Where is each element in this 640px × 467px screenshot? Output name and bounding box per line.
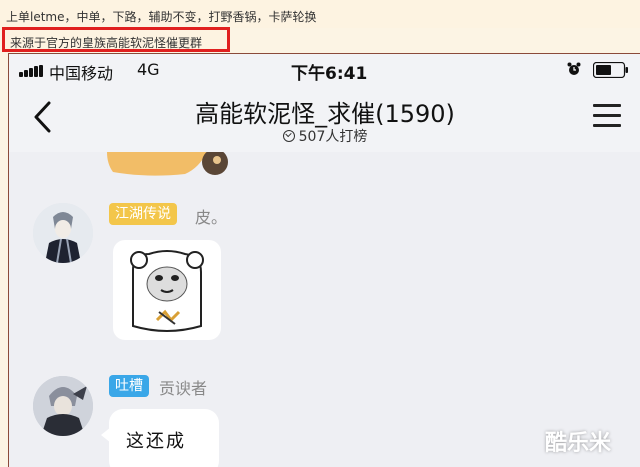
chat-header: 高能软泥怪_求催(1590) 507人打榜 bbox=[9, 86, 640, 152]
chat-title: 高能软泥怪_求催(1590) bbox=[195, 100, 455, 128]
sender-name: 贡谀者 bbox=[159, 379, 208, 398]
caption-line-2: 来源于官方的皇族高能软泥怪催更群 bbox=[10, 36, 203, 50]
previous-sticker-partial bbox=[107, 152, 228, 176]
caption-line-1: 上单letme，中单，下路，辅助不变，打野香锅，卡萨轮换 bbox=[6, 10, 317, 24]
rank-text: 507人打榜 bbox=[298, 129, 368, 145]
text-message[interactable]: 这还成 bbox=[109, 409, 219, 467]
message-text: 这还成 bbox=[126, 431, 186, 452]
panda-sticker-image bbox=[130, 250, 204, 332]
status-time: 下午6:41 bbox=[291, 64, 368, 84]
menu-icon[interactable] bbox=[593, 104, 621, 128]
avatar-image bbox=[33, 203, 93, 263]
title-badge: 吐槽 bbox=[109, 375, 149, 397]
sender-name: 皮。 bbox=[195, 208, 228, 227]
carrier-name: 中国移动 bbox=[49, 64, 114, 83]
alarm-icon bbox=[567, 62, 581, 75]
phone-screenshot: 中国移动 4G 下午6:41 高能软泥怪_求催(1590) 507人打榜 江湖传… bbox=[8, 53, 640, 467]
watermark-logo: 酷乐米 bbox=[545, 431, 612, 456]
battery-icon bbox=[593, 62, 628, 78]
status-bar: 中国移动 4G 下午6:41 bbox=[9, 54, 640, 86]
rank-icon bbox=[282, 130, 295, 142]
rank-link[interactable]: 507人打榜 bbox=[9, 126, 640, 146]
avatar-image bbox=[33, 376, 93, 436]
network-type: 4G bbox=[137, 60, 160, 79]
caption-highlight-box: 来源于官方的皇族高能软泥怪催更群 bbox=[2, 27, 230, 52]
avatar[interactable] bbox=[33, 376, 93, 436]
title-badge: 江湖传说 bbox=[109, 203, 177, 225]
signal-icon bbox=[19, 65, 45, 77]
sticker-message[interactable] bbox=[113, 240, 221, 340]
caption-top-bar: 上单letme，中单，下路，辅助不变，打野香锅，卡萨轮换 bbox=[0, 0, 640, 28]
avatar[interactable] bbox=[33, 203, 93, 263]
